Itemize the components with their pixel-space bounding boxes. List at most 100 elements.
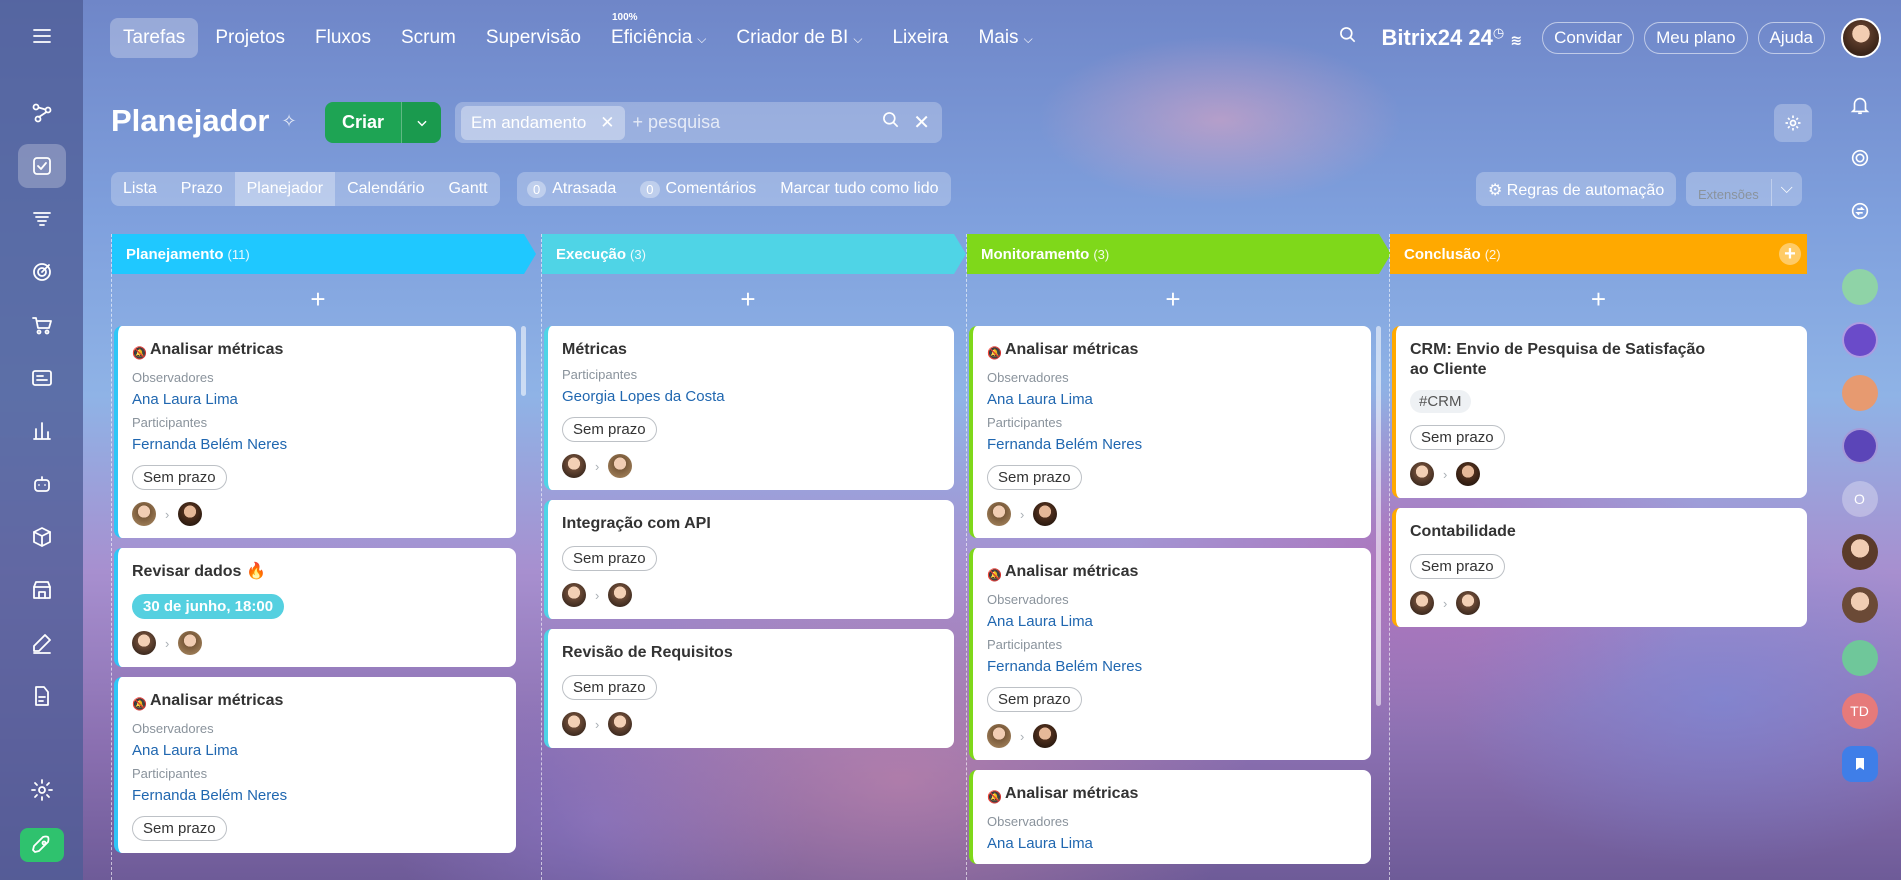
task-card[interactable]: 🔕 Analisar métricas Observadores Ana Laur… <box>969 326 1371 538</box>
group-avatar[interactable] <box>1841 375 1878 411</box>
flows-icon[interactable] <box>18 91 66 135</box>
extensions-label[interactable]: Extensões <box>1686 179 1772 206</box>
search-icon[interactable] <box>881 110 901 136</box>
task-card[interactable]: 🔕 Analisar métricas Observadores Ana Laur… <box>969 548 1371 760</box>
add-task-button[interactable]: + <box>542 274 954 324</box>
creator-avatar[interactable] <box>132 631 156 655</box>
create-button[interactable]: Criar <box>325 102 402 143</box>
deadline-badge[interactable]: Sem prazo <box>987 687 1082 712</box>
observer-link[interactable]: Ana Laura Lima <box>987 835 1357 852</box>
search-icon[interactable] <box>1338 25 1358 51</box>
comments-counter[interactable]: 0 Comentários <box>640 180 756 198</box>
add-column-button[interactable]: + <box>1779 243 1801 265</box>
deadline-badge[interactable]: Sem prazo <box>562 417 657 442</box>
responsible-avatar[interactable] <box>1033 502 1058 526</box>
add-task-button[interactable]: + <box>1390 274 1807 324</box>
gear-icon[interactable] <box>1774 104 1812 142</box>
tasks-icon[interactable] <box>17 144 66 188</box>
column-header[interactable]: Monitoramento (3) <box>967 234 1391 274</box>
task-card[interactable]: Métricas Participantes Georgia Lopes da … <box>544 326 954 490</box>
creator-avatar[interactable] <box>562 712 586 736</box>
participant-link[interactable]: Fernanda Belém Neres <box>132 436 502 453</box>
invite-button[interactable]: Convidar <box>1542 21 1635 54</box>
filter-tag[interactable]: Em andamento ✕ <box>461 105 625 140</box>
brand-logo[interactable]: Bitrix24 24◷ ≋ <box>1382 25 1523 51</box>
creator-avatar[interactable] <box>987 724 1011 748</box>
deadline-badge[interactable]: Sem prazo <box>562 675 657 700</box>
help-button[interactable]: Ajuda <box>1757 21 1825 54</box>
user-initials-avatar[interactable]: TD <box>1841 693 1878 729</box>
creator-avatar[interactable] <box>562 583 586 607</box>
nav-scrum[interactable]: Scrum <box>388 18 469 58</box>
responsible-avatar[interactable] <box>608 454 633 478</box>
user-avatar[interactable] <box>1841 17 1881 58</box>
nav-criador-bi[interactable]: Criador de BI ⌵ <box>723 18 875 58</box>
chevron-down-icon[interactable]: ⌵ <box>1772 172 1802 206</box>
deadline-badge[interactable]: Sem prazo <box>1410 425 1505 450</box>
cart-icon[interactable] <box>18 303 66 347</box>
nav-lixeira[interactable]: Lixeira <box>879 18 961 58</box>
copilot-icon[interactable] <box>1842 140 1878 176</box>
automation-rules-button[interactable]: ⚙ Regras de automação <box>1476 172 1677 206</box>
target-icon[interactable] <box>18 250 66 294</box>
chat-avatar[interactable] <box>1841 640 1878 676</box>
deadline-badge[interactable]: Sem prazo <box>562 546 657 571</box>
creator-avatar[interactable] <box>987 502 1011 526</box>
sync-icon[interactable] <box>1842 193 1878 229</box>
participant-link[interactable]: Georgia Lopes da Costa <box>562 388 940 405</box>
task-card[interactable]: Revisão de Requisitos Sem prazo › <box>544 629 954 748</box>
channel-avatar[interactable] <box>1841 428 1878 464</box>
menu-icon[interactable] <box>18 14 66 58</box>
chevron-down-icon[interactable] <box>401 102 442 143</box>
robot-icon[interactable] <box>18 462 66 506</box>
creator-avatar[interactable] <box>562 454 586 478</box>
task-card[interactable]: Contabilidade Sem prazo › <box>1392 508 1807 627</box>
channel-avatar[interactable] <box>1841 322 1878 358</box>
deadline-badge[interactable]: Sem prazo <box>132 816 227 841</box>
deadline-badge[interactable]: Sem prazo <box>987 465 1082 490</box>
participant-link[interactable]: Fernanda Belém Neres <box>132 787 502 804</box>
tab-planejador[interactable]: Planejador <box>234 172 336 206</box>
responsible-avatar[interactable] <box>178 502 203 526</box>
task-card[interactable]: CRM: Envio de Pesquisa de Satisfação ao … <box>1392 326 1807 498</box>
tab-gantt[interactable]: Gantt <box>436 172 499 206</box>
document-edit-icon[interactable] <box>18 674 66 718</box>
scrollbar[interactable] <box>1376 326 1381 706</box>
pen-icon[interactable] <box>18 621 66 665</box>
plan-button[interactable]: Meu plano <box>1644 21 1748 54</box>
chart-icon[interactable] <box>18 409 66 453</box>
task-card[interactable]: 🔕 Analisar métricas Observadores Ana Laur… <box>114 677 516 853</box>
observer-link[interactable]: Ana Laura Lima <box>132 742 502 759</box>
task-tag[interactable]: #CRM <box>1410 390 1471 413</box>
responsible-avatar[interactable] <box>608 583 633 607</box>
task-card[interactable]: 🔕 Analisar métricas Observadores Ana Laur… <box>969 770 1371 864</box>
column-header[interactable]: Planejamento (11) <box>112 234 536 274</box>
settings-icon[interactable] <box>18 768 66 812</box>
tab-lista[interactable]: Lista <box>111 172 169 206</box>
deadline-badge[interactable]: Sem prazo <box>132 465 227 490</box>
tab-prazo[interactable]: Prazo <box>169 172 235 206</box>
close-icon[interactable]: ✕ <box>600 113 614 132</box>
task-card[interactable]: Revisar dados 🔥 30 de junho, 18:00 › <box>114 548 516 667</box>
user-avatar[interactable] <box>1841 534 1878 570</box>
box-icon[interactable] <box>18 515 66 559</box>
column-header[interactable]: Conclusão (2) + <box>1390 234 1807 274</box>
tab-calendario[interactable]: Calendário <box>335 172 436 206</box>
card-icon[interactable] <box>18 356 66 400</box>
overdue-counter[interactable]: 0 Atrasada <box>527 180 616 198</box>
nav-eficiencia[interactable]: 100% Eficiência ⌵ <box>598 12 719 58</box>
group-avatar[interactable] <box>1841 269 1878 305</box>
pin-icon[interactable]: ✧ <box>282 111 297 132</box>
add-task-button[interactable]: + <box>967 274 1379 324</box>
nav-fluxos[interactable]: Fluxos <box>302 18 384 58</box>
funnel-icon[interactable] <box>18 197 66 241</box>
responsible-avatar[interactable] <box>1456 591 1481 615</box>
store-icon[interactable] <box>18 568 66 612</box>
search-input[interactable] <box>632 112 876 133</box>
creator-avatar[interactable] <box>1410 462 1434 486</box>
scrollbar[interactable] <box>521 326 526 396</box>
deadline-badge[interactable]: 30 de junho, 18:00 <box>132 594 285 619</box>
user-avatar[interactable] <box>1841 587 1878 623</box>
task-card[interactable]: 🔕 Analisar métricas Observadores Ana Laur… <box>114 326 516 538</box>
nav-mais[interactable]: Mais ⌵ <box>965 18 1045 58</box>
